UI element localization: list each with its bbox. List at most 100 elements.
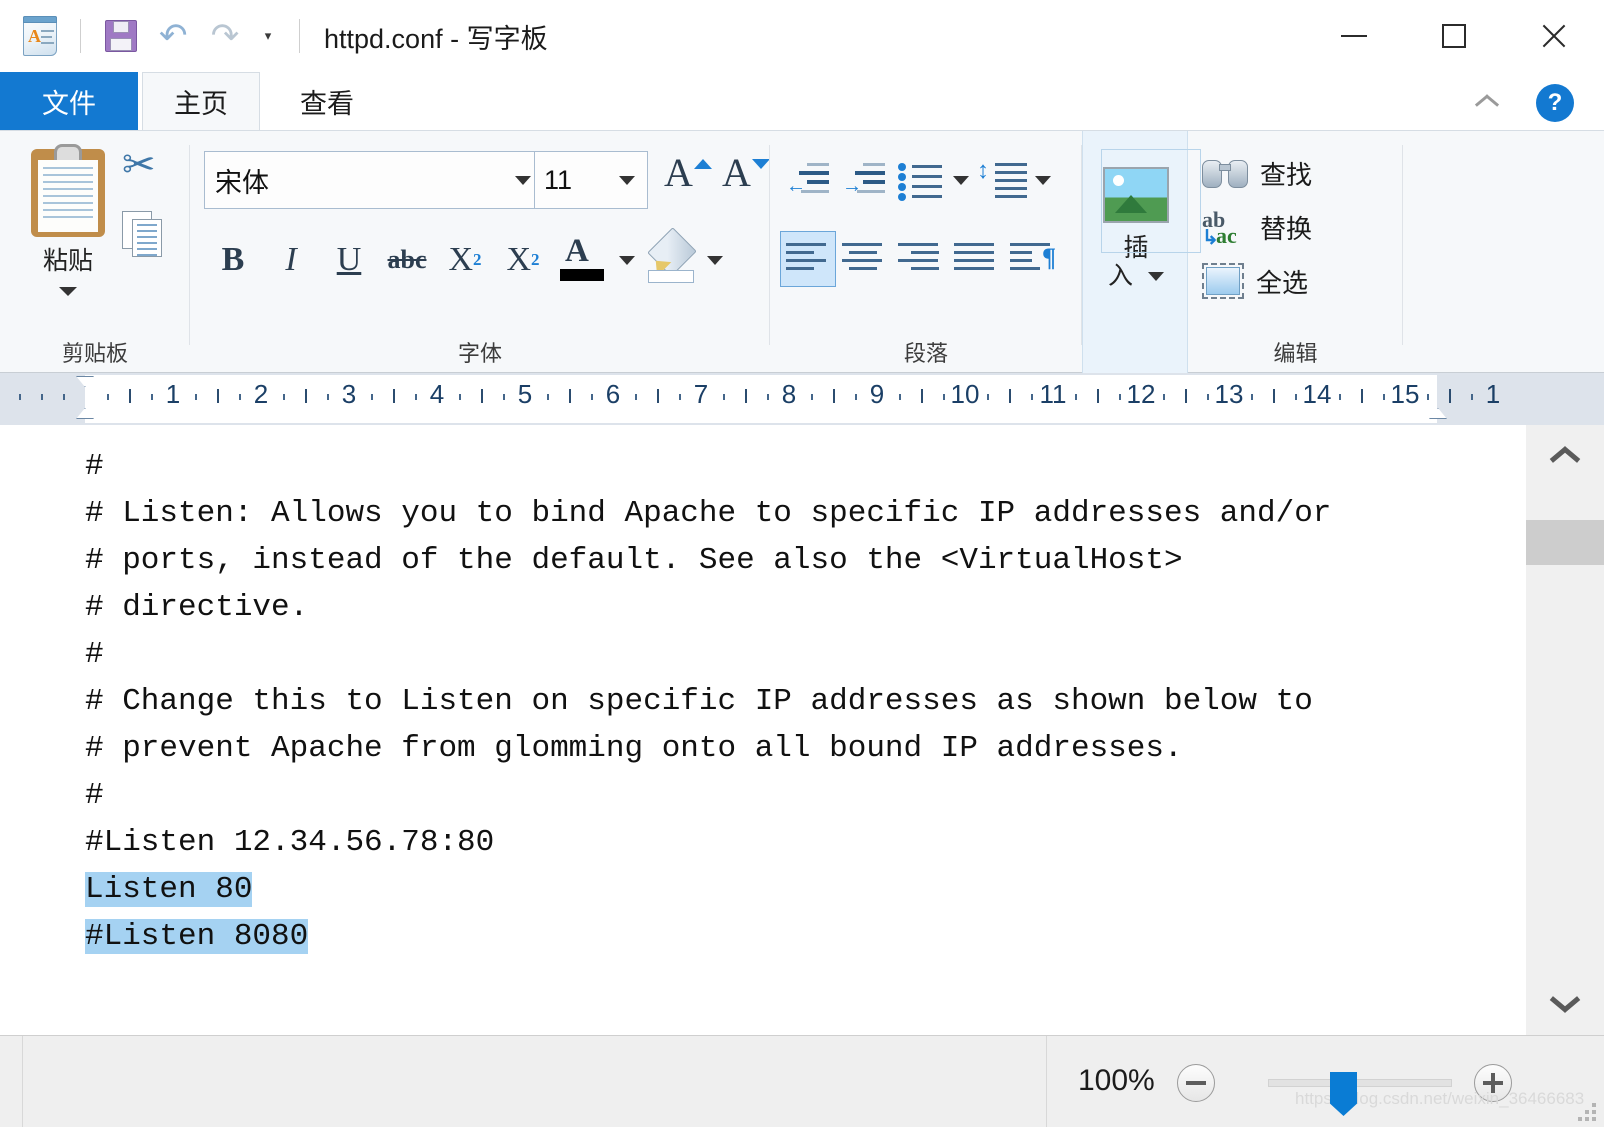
copy-button[interactable] (122, 211, 178, 269)
tab-home[interactable]: 主页 (142, 72, 260, 130)
subscript-button[interactable]: X2 (436, 231, 494, 289)
document-line[interactable]: # (85, 631, 1331, 678)
underline-button[interactable]: U (320, 231, 378, 289)
chevron-down-icon (619, 255, 635, 265)
select-all-label: 全选 (1256, 267, 1309, 298)
chevron-down-icon (1147, 272, 1164, 282)
align-right-button[interactable] (892, 231, 948, 287)
document-line[interactable]: # Listen: Allows you to bind Apache to s… (85, 490, 1331, 537)
customize-qat-button[interactable]: ▾ (251, 10, 285, 62)
selected-text: #Listen 8080 (85, 919, 309, 954)
line-text: # Listen: Allows you to bind Apache to s… (85, 496, 1332, 531)
ruler[interactable]: 1 2 3 4 5 6 7 8 9 10 11 12 13 14 15 1 (0, 373, 1604, 425)
vertical-scrollbar[interactable] (1526, 425, 1604, 1035)
undo-icon: ↷ (158, 17, 188, 55)
ruler-number: 10 (950, 379, 980, 409)
tab-view[interactable]: 查看 (268, 72, 386, 130)
document-text[interactable]: # # Listen: Allows you to bind Apache to … (85, 443, 1331, 960)
document-line[interactable]: #Listen 12.34.56.78:80 (85, 819, 1331, 866)
maximize-button[interactable] (1404, 0, 1504, 72)
grow-font-button[interactable]: A (660, 150, 714, 205)
bold-button[interactable]: B (204, 231, 262, 289)
document-line[interactable]: # (85, 443, 1331, 490)
line-spacing-button[interactable]: ↕ (974, 152, 1030, 208)
chevron-down-icon (1035, 175, 1051, 185)
text-color-button[interactable]: A (552, 231, 614, 289)
triangle-up-icon (694, 159, 712, 169)
ruler-number: 4 (429, 379, 445, 409)
document-line[interactable]: # ports, instead of the default. See als… (85, 537, 1331, 584)
align-center-button[interactable] (836, 231, 892, 287)
superscript-button[interactable]: X2 (494, 231, 552, 289)
replace-button[interactable]: ab ↳ ac 替换 (1202, 201, 1392, 253)
title-bar: A ↷ ↷ ▾ httpd.conf - 写字板 (0, 0, 1604, 72)
text-color-label: A (565, 233, 589, 269)
line-text: # directive. (85, 590, 309, 625)
ruler-tick (745, 389, 747, 403)
line-text: # (85, 778, 104, 813)
ribbon-group-font: 宋体 11 A A B I U abc X2 X2 A 字体 (190, 131, 770, 374)
increase-indent-button[interactable]: → (836, 152, 892, 208)
document-line[interactable]: # directive. (85, 584, 1331, 631)
redo-button[interactable]: ↷ (199, 10, 251, 62)
ruler-number: 6 (605, 379, 621, 409)
text-color-dropdown[interactable] (614, 231, 640, 289)
cut-button[interactable]: ✂ (122, 145, 178, 205)
document-line[interactable]: Listen 80 (85, 866, 1331, 913)
paste-button[interactable]: 粘贴 (22, 143, 114, 303)
line-spacing-dropdown[interactable] (1030, 151, 1056, 209)
chevron-down-icon: ▾ (264, 28, 272, 43)
ruler-tick (1119, 394, 1121, 400)
collapse-ribbon-button[interactable] (1466, 86, 1508, 116)
ruler-number: 15 (1390, 379, 1420, 409)
scissors-icon: ✂ (122, 143, 156, 187)
ruler-tick (679, 394, 681, 400)
save-button[interactable] (95, 10, 147, 62)
scroll-down-button[interactable] (1526, 975, 1604, 1035)
bullets-button[interactable] (892, 152, 948, 208)
zoom-slider-track[interactable] (1268, 1079, 1452, 1087)
ribbon: 粘贴 ✂ 剪贴板 宋体 11 A A B I U abc X 2 X 2 A 字… (0, 130, 1604, 374)
scroll-up-button[interactable] (1526, 425, 1604, 485)
align-justify-button[interactable] (948, 231, 1004, 287)
help-button[interactable]: ? (1536, 84, 1574, 122)
replace-label: 替换 (1260, 213, 1313, 244)
quick-access-toolbar: A ↷ ↷ ▾ httpd.conf - 写字板 (0, 10, 548, 62)
font-size-combobox[interactable]: 11 (534, 151, 648, 209)
document-line[interactable]: # (85, 772, 1331, 819)
align-left-button[interactable] (780, 231, 836, 287)
ruler-tick (1339, 394, 1341, 400)
document-canvas[interactable]: # # Listen: Allows you to bind Apache to … (0, 425, 1526, 1035)
paragraph-marks-button[interactable]: ¶ (1004, 231, 1060, 287)
highlight-color-dropdown[interactable] (702, 231, 728, 289)
italic-button[interactable]: I (262, 231, 320, 289)
ruler-number: 12 (1126, 379, 1156, 409)
ruler-number: 2 (253, 379, 269, 409)
scrollbar-thumb[interactable] (1526, 520, 1604, 565)
document-line[interactable]: #Listen 8080 (85, 913, 1331, 960)
shrink-font-button[interactable]: A (718, 150, 772, 205)
zoom-out-button[interactable] (1177, 1064, 1215, 1102)
ruler-number: 1 (165, 379, 181, 409)
highlight-color-button[interactable] (640, 227, 702, 289)
minimize-button[interactable] (1304, 0, 1404, 72)
find-button[interactable]: 查找 (1202, 147, 1392, 199)
decrease-indent-button[interactable]: ← (780, 152, 836, 208)
bullets-dropdown[interactable] (948, 151, 974, 209)
status-divider-2 (1046, 1036, 1047, 1127)
document-line[interactable]: # prevent Apache from glomming onto all … (85, 725, 1331, 772)
close-button[interactable] (1504, 0, 1604, 72)
qat-divider-1 (80, 19, 81, 53)
tab-file[interactable]: 文件 (0, 72, 138, 130)
insert-picture-button[interactable]: 插 入 (1089, 141, 1201, 329)
line-text: # prevent Apache from glomming onto all … (85, 731, 1183, 766)
document-line[interactable]: # Change this to Listen on specific IP a… (85, 678, 1331, 725)
undo-button[interactable]: ↷ (147, 10, 199, 62)
wordpad-app-icon[interactable]: A (14, 10, 66, 62)
strikethrough-button[interactable]: abc (378, 231, 436, 289)
font-family-combobox[interactable]: 宋体 (204, 151, 544, 209)
ruler-tick (1031, 394, 1033, 400)
ruler-tick (415, 394, 417, 400)
select-all-button[interactable]: 全选 (1202, 255, 1392, 307)
align-left-icon (786, 241, 830, 277)
